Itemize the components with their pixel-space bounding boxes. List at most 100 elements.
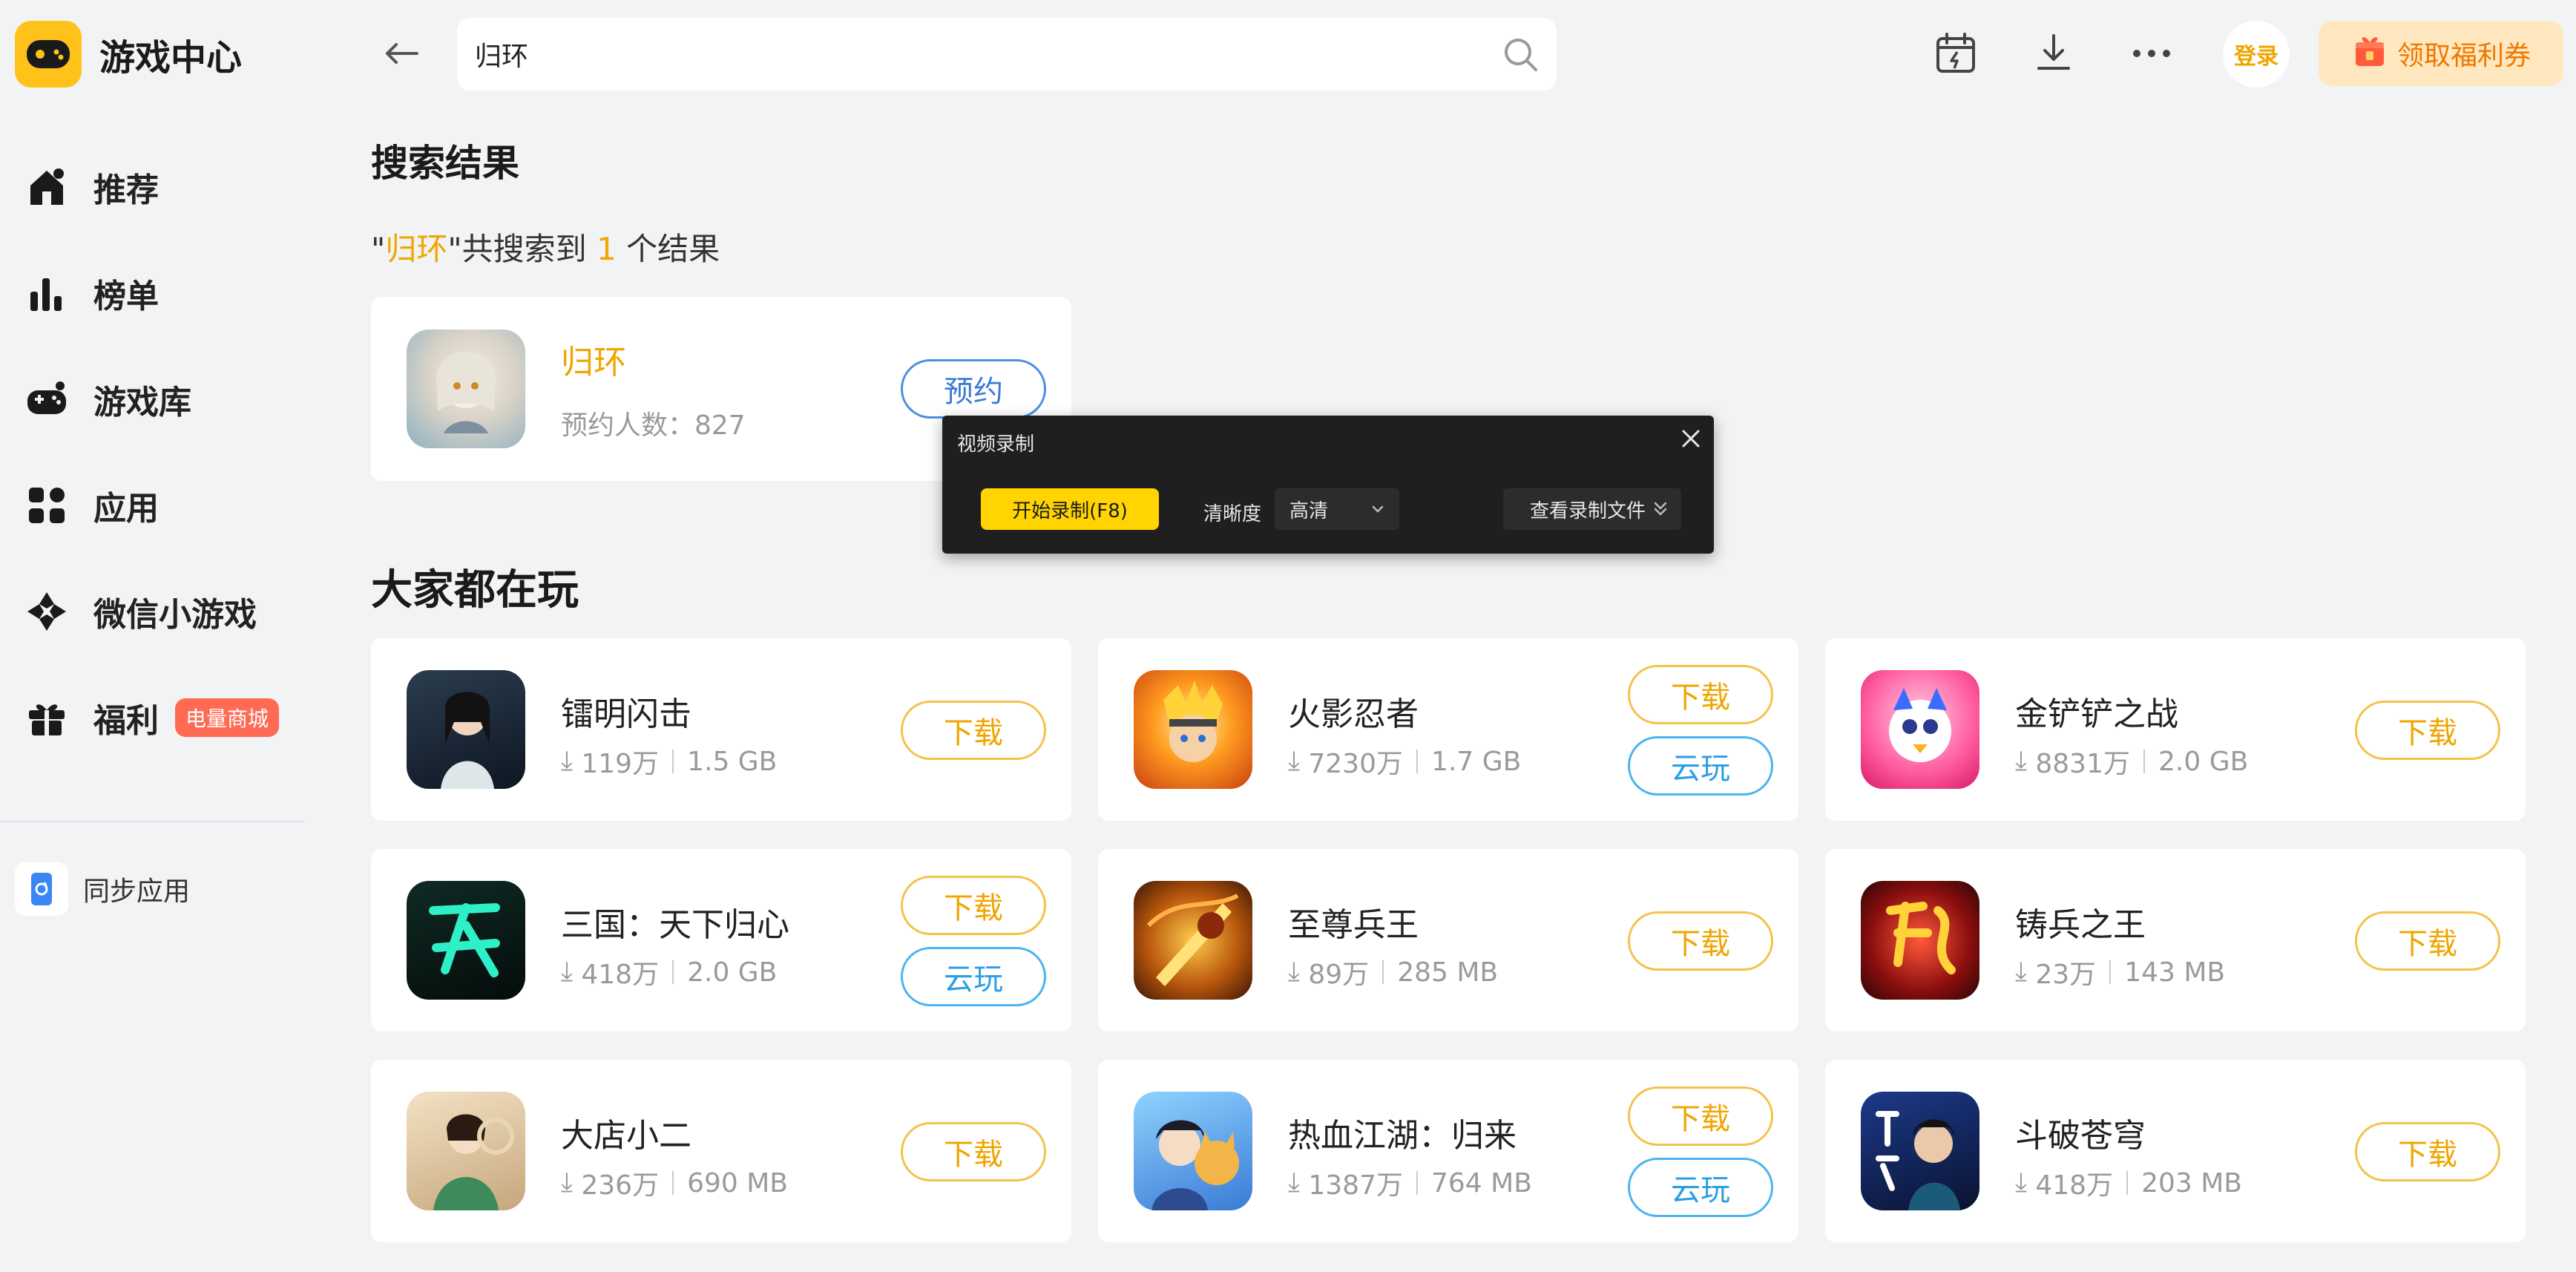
download-button[interactable]: 下载 (901, 1122, 1046, 1181)
meta-separator (672, 750, 674, 773)
game-meta: ⤓ 418万 203 MB (2015, 1164, 2242, 1202)
popular-heading: 大家都在玩 (371, 566, 579, 614)
gamepad-logo-icon (15, 21, 82, 88)
cloud-play-button[interactable]: 云玩 (1628, 1158, 1773, 1217)
download-count: 7230万 (1308, 749, 1403, 779)
quote-open: " (371, 231, 386, 267)
back-arrow-icon[interactable] (380, 31, 424, 76)
search-icon[interactable] (1502, 36, 1539, 73)
sidebar-item-label: 推荐 (93, 171, 159, 209)
game-icon (1134, 881, 1252, 1000)
search-input[interactable] (475, 18, 1484, 91)
quality-label: 清晰度 (1203, 503, 1262, 525)
game-name: 至尊兵王 (1288, 906, 1419, 944)
game-card[interactable]: 金铲铲之战 ⤓ 8831万 2.0 GB 下载 (1825, 638, 2526, 821)
sidebar-item-apps[interactable]: 应用 (22, 452, 304, 558)
sidebar-item-game-library[interactable]: 游戏库 (22, 346, 304, 452)
game-card[interactable]: 热血江湖：归来 ⤓ 1387万 764 MB 下载 云玩 (1098, 1060, 1798, 1242)
view-recordings-button[interactable]: 查看录制文件 (1503, 488, 1681, 530)
download-button[interactable]: 下载 (2355, 701, 2500, 760)
game-meta: ⤓ 89万 285 MB (1288, 953, 1498, 991)
quality-value: 高清 (1289, 499, 1329, 522)
file-size: 764 MB (1431, 1167, 1532, 1199)
sidebar-item-recommend[interactable]: 推荐 (22, 134, 304, 240)
file-size: 690 MB (687, 1167, 789, 1199)
sidebar-item-welfare[interactable]: 福利 电量商城 (22, 664, 304, 770)
meta-separator (2143, 750, 2145, 773)
game-name: 大店小二 (561, 1117, 691, 1155)
reservation-count: 预约人数：827 (561, 410, 746, 441)
login-button[interactable]: 登录 (2223, 21, 2290, 88)
download-button[interactable]: 下载 (2355, 911, 2500, 971)
cloud-play-button[interactable]: 云玩 (1628, 736, 1773, 796)
meta-separator (1382, 960, 1384, 984)
video-recorder-panel: 视频录制 开始录制(F8) 清晰度 高清 查看录制文件 (942, 416, 1714, 554)
sync-apps-button[interactable]: 同步应用 (15, 862, 190, 916)
chevron-down-icon (1370, 500, 1386, 522)
download-count-icon: ⤓ (1288, 957, 1300, 987)
download-button[interactable]: 下载 (901, 701, 1046, 760)
reserve-button[interactable]: 预约 (901, 359, 1046, 419)
game-icon-guihuan (407, 330, 525, 448)
recorder-title: 视频录制 (957, 433, 1035, 456)
game-name: 热血江湖：归来 (1288, 1117, 1517, 1155)
more-options-icon[interactable] (2128, 30, 2175, 77)
download-button[interactable]: 下载 (1628, 1086, 1773, 1146)
chart-bars-icon (22, 269, 71, 318)
download-count-icon: ⤓ (2015, 957, 2027, 987)
game-card[interactable]: 铸兵之王 ⤓ 23万 143 MB 下载 (1825, 849, 2526, 1032)
download-count-icon: ⤓ (1288, 746, 1300, 776)
download-count-icon: ⤓ (561, 1167, 573, 1198)
download-button[interactable]: 下载 (1628, 665, 1773, 724)
cloud-play-button[interactable]: 云玩 (901, 947, 1046, 1006)
download-count-icon: ⤓ (561, 957, 573, 987)
start-recording-button[interactable]: 开始录制(F8) (981, 488, 1159, 530)
sidebar-item-wechat-minigames[interactable]: 微信小游戏 (22, 558, 304, 664)
game-meta: ⤓ 236万 690 MB (561, 1164, 788, 1202)
gift-icon (22, 693, 71, 742)
claim-coupon-button[interactable]: 领取福利券 (2319, 21, 2563, 86)
game-card[interactable]: 镭明闪击 ⤓ 119万 1.5 GB 下载 (371, 638, 1071, 821)
sidebar-item-rankings[interactable]: 榜单 (22, 240, 304, 346)
download-count-icon: ⤓ (2015, 746, 2027, 776)
sidebar-divider (0, 821, 304, 822)
close-icon[interactable] (1678, 426, 1703, 451)
sidebar-item-label: 应用 (93, 489, 159, 528)
game-card[interactable]: 三国：天下归心 ⤓ 418万 2.0 GB 下载 云玩 (371, 849, 1071, 1032)
download-button[interactable]: 下载 (901, 876, 1046, 935)
download-button[interactable]: 下载 (1628, 911, 1773, 971)
sync-apps-label: 同步应用 (83, 876, 191, 907)
result-count: 1 (597, 231, 617, 267)
game-meta: ⤓ 418万 2.0 GB (561, 953, 777, 991)
game-card[interactable]: 大店小二 ⤓ 236万 690 MB 下载 (371, 1060, 1071, 1242)
calendar-icon[interactable] (1932, 30, 1979, 77)
result-game-name: 归环 (561, 344, 626, 381)
count-prefix: "共搜索到 (447, 231, 597, 267)
view-recordings-label: 查看录制文件 (1530, 499, 1646, 522)
quality-select[interactable]: 高清 (1275, 488, 1399, 530)
query-highlight: 归环 (385, 231, 448, 267)
game-meta: ⤓ 119万 1.5 GB (561, 742, 777, 781)
file-size: 203 MB (2141, 1167, 2243, 1199)
game-card[interactable]: 斗破苍穹 ⤓ 418万 203 MB 下载 (1825, 1060, 2526, 1242)
apps-grid-icon (22, 481, 71, 530)
file-size: 1.5 GB (687, 746, 778, 777)
count-suffix: 个结果 (616, 231, 720, 267)
meta-separator (2126, 1171, 2129, 1195)
meta-separator (672, 960, 674, 984)
meta-separator (1416, 750, 1418, 773)
mall-badge: 电量商城 (175, 698, 280, 737)
game-card[interactable]: 火影忍者 ⤓ 7230万 1.7 GB 下载 云玩 (1098, 638, 1798, 821)
game-name: 火影忍者 (1288, 695, 1419, 733)
game-icon (1861, 1092, 1979, 1210)
game-icon (1861, 881, 1979, 1000)
meta-separator (2109, 960, 2112, 984)
game-icon (1134, 670, 1252, 789)
download-count: 8831万 (2035, 749, 2130, 779)
download-icon[interactable] (2030, 30, 2077, 77)
gift-bag-icon (2351, 32, 2388, 76)
game-card[interactable]: 至尊兵王 ⤓ 89万 285 MB 下载 (1098, 849, 1798, 1032)
download-count-icon: ⤓ (561, 746, 573, 776)
download-button[interactable]: 下载 (2355, 1122, 2500, 1181)
game-meta: ⤓ 23万 143 MB (2015, 953, 2225, 991)
